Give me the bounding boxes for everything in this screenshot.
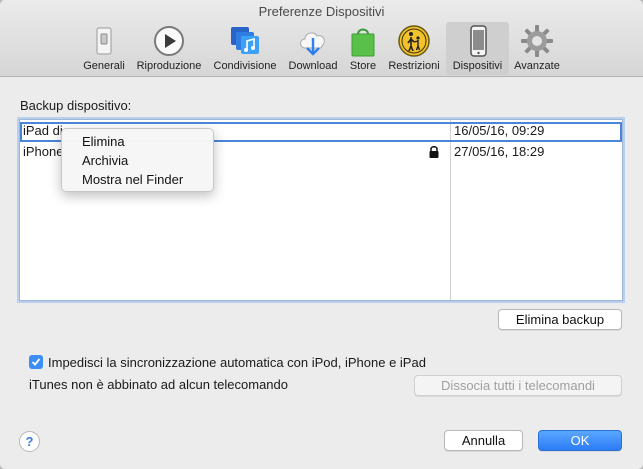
backup-device-name: iPhone (23, 144, 64, 159)
help-button[interactable]: ? (19, 431, 40, 452)
ok-button[interactable]: OK (538, 430, 622, 451)
checkmark-icon (31, 358, 41, 366)
toolbar-item-condivisione[interactable]: Condivisione (209, 22, 281, 75)
window-title: Preferenze Dispositivi (258, 4, 385, 19)
toolbar-label: Avanzate (514, 60, 560, 72)
toolbar-item-restrizioni[interactable]: Restrizioni (385, 22, 443, 75)
lock-icon (429, 146, 439, 158)
cloud-download-icon (300, 32, 325, 56)
backup-date: 16/05/16, 09:29 (454, 123, 545, 138)
cancel-button[interactable]: Annulla (444, 430, 523, 451)
toolbar-label: Store (349, 60, 377, 72)
delete-backup-button[interactable]: Elimina backup (498, 309, 622, 330)
toolbar-item-generali[interactable]: Generali (78, 22, 130, 75)
toolbar-label: Download (288, 60, 338, 72)
toolbar-item-riproduzione[interactable]: Riproduzione (132, 22, 206, 75)
backup-device-name: iPad di (23, 123, 63, 138)
toolbar-label: Riproduzione (136, 60, 202, 72)
gear-icon (521, 25, 553, 57)
backup-section-label: Backup dispositivo: (20, 98, 132, 113)
toolbar-label: Dispositivi (452, 60, 503, 72)
toolbar-label: Condivisione (213, 60, 277, 72)
iphone-icon (469, 25, 487, 57)
parental-restrictions-icon (398, 25, 430, 57)
toolbar-item-avanzate[interactable]: Avanzate (511, 22, 563, 75)
toolbar-label: Generali (83, 60, 125, 72)
context-menu: Elimina Archivia Mostra nel Finder (61, 128, 214, 192)
context-menu-item-show-in-finder[interactable]: Mostra nel Finder (82, 172, 183, 187)
remote-status-text: iTunes non è abbinato ad alcun telecoman… (29, 377, 288, 392)
prevent-sync-label: Impedisci la sincronizzazione automatica… (48, 355, 426, 370)
music-share-icon (231, 27, 259, 54)
context-menu-item-elimina[interactable]: Elimina (82, 134, 125, 149)
toolbar-item-dispositivi[interactable]: Dispositivi (446, 22, 509, 75)
preferences-window: Preferenze Dispositivi Generali Riproduz… (0, 0, 643, 469)
context-menu-item-archivia[interactable]: Archivia (82, 153, 128, 168)
switch-icon (96, 27, 112, 55)
toolbar-item-download[interactable]: Download (284, 22, 342, 75)
shopping-bag-icon (351, 28, 375, 57)
play-icon (154, 26, 184, 56)
backup-date: 27/05/16, 18:29 (454, 144, 545, 159)
prevent-sync-checkbox[interactable] (29, 355, 43, 369)
unpair-remotes-button[interactable]: Dissocia tutti i telecomandi (414, 375, 622, 396)
title-bar: Preferenze Dispositivi Generali Riproduz… (0, 0, 643, 77)
toolbar-item-store[interactable]: Store (345, 22, 381, 75)
toolbar-label: Restrizioni (388, 60, 440, 72)
